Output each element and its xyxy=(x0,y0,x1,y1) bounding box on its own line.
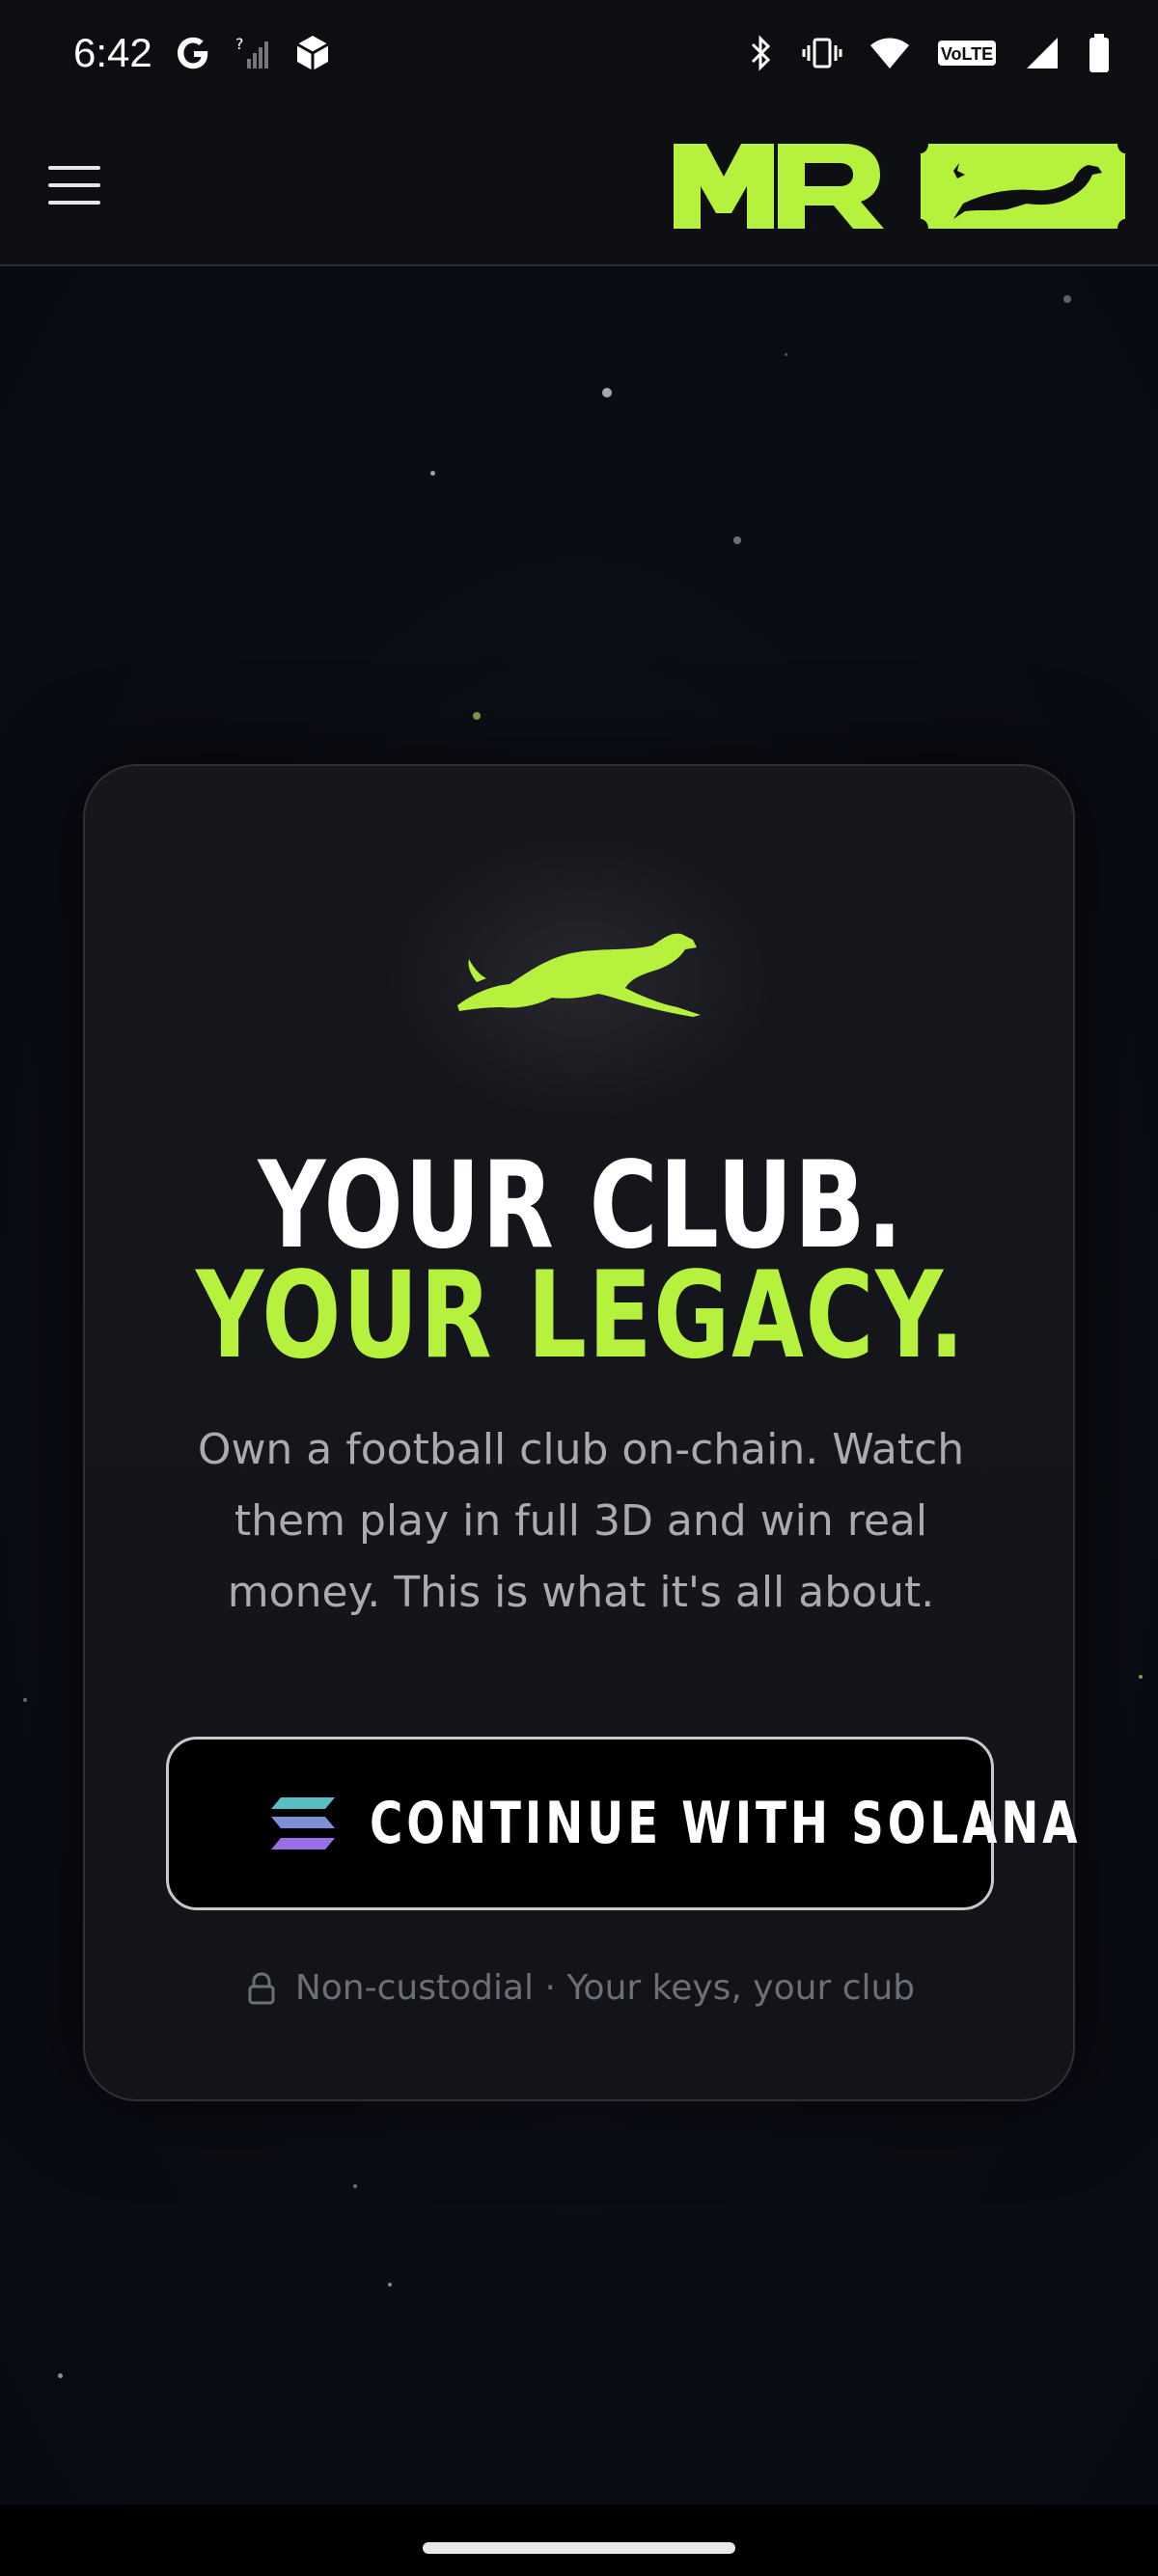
volte-label: VoLTE xyxy=(941,44,993,64)
star xyxy=(1139,1675,1143,1679)
status-right: VoLTE xyxy=(747,32,1112,74)
star xyxy=(785,353,787,356)
star xyxy=(388,2283,392,2287)
star xyxy=(1063,295,1071,303)
vibrate-icon xyxy=(801,34,843,72)
volte-icon: VoLTE xyxy=(936,34,998,72)
star xyxy=(430,471,435,476)
status-left: 6:42 ? xyxy=(73,30,332,76)
status-bar: 6:42 ? VoLTE xyxy=(0,0,1158,106)
star xyxy=(353,2184,357,2188)
description-text: Own a football club on-chain. Watch them… xyxy=(197,1425,965,1617)
app-header xyxy=(0,106,1158,266)
continue-with-solana-button[interactable]: CONTINUE WITH SOLANA xyxy=(166,1737,1082,1910)
gesture-nav-bar xyxy=(0,2505,1158,2576)
greyhound-icon xyxy=(457,933,701,1017)
star xyxy=(602,388,612,397)
hamburger-icon[interactable] xyxy=(48,166,100,205)
brand-logo[interactable] xyxy=(674,142,1125,229)
cta-label: CONTINUE WITH SOLANA xyxy=(370,1790,1082,1857)
star xyxy=(733,536,741,544)
lock-icon xyxy=(248,1971,275,2004)
battery-icon xyxy=(1087,32,1112,74)
solana-icon xyxy=(271,1797,335,1850)
cta-label-wrap: CONTINUE WITH SOLANA xyxy=(370,1790,1082,1857)
google-icon xyxy=(174,34,212,72)
wifi-icon xyxy=(868,34,911,72)
onboarding-card: YOUR CLUB. YOUR LEGACY. Own a football c… xyxy=(83,764,1082,2101)
home-indicator[interactable] xyxy=(423,2542,735,2554)
headline-line-2: YOUR LEGACY. xyxy=(196,1247,966,1385)
bluetooth-icon xyxy=(747,34,776,72)
star xyxy=(23,1698,27,1702)
footnote-text: Non-custodial · Your keys, your club xyxy=(294,1968,916,2008)
star xyxy=(58,2373,63,2378)
svg-text:?: ? xyxy=(235,35,244,53)
status-time: 6:42 xyxy=(73,30,152,75)
cell-signal-icon xyxy=(1023,34,1062,72)
app-cube-icon xyxy=(293,34,332,72)
signal-unknown-icon: ? xyxy=(234,34,272,72)
star xyxy=(473,712,481,720)
footnote: Non-custodial · Your keys, your club xyxy=(85,1968,1077,2008)
